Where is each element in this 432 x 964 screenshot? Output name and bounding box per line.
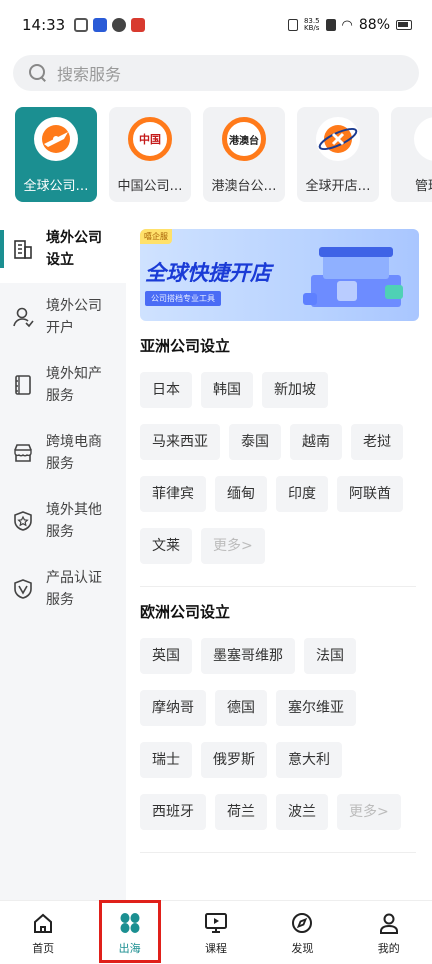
europe-section: 欧洲公司设立 英国 墨塞哥维那 法国 摩纳哥 德国 塞尔维亚 瑞士 俄罗斯 意大…	[140, 601, 419, 853]
section-title: 亚洲公司设立	[140, 337, 231, 355]
person-icon	[377, 911, 401, 935]
country-tag[interactable]: 菲律宾	[140, 476, 206, 512]
divider	[140, 852, 416, 853]
store-icon	[12, 442, 34, 464]
global-company-icon	[34, 117, 78, 161]
sidebar-item-ecommerce-service[interactable]: 跨境电商服务	[0, 419, 126, 487]
more-button[interactable]: 更多>	[201, 528, 265, 564]
divider	[140, 586, 416, 587]
nav-courses[interactable]: 课程	[186, 901, 246, 964]
book-icon	[12, 374, 34, 396]
country-tag[interactable]: 文莱	[140, 528, 192, 564]
category-label: 管理	[414, 179, 432, 194]
category-card-hk-macau-tw[interactable]: 港澳台 港澳台公…	[203, 107, 285, 202]
category-card-china-company[interactable]: 中国 中国公司…	[109, 107, 191, 202]
category-strip: 全球公司… 中国 中国公司… 港澳台 港澳台公… 全球开店… 管理	[15, 107, 432, 202]
vibrate-icon	[287, 19, 298, 31]
country-tag[interactable]: 荷兰	[215, 794, 267, 830]
country-tag[interactable]: 阿联酋	[337, 476, 403, 512]
network-speed: 83.5 KB/s	[303, 17, 320, 32]
global-store-icon	[316, 117, 360, 161]
sidebar-item-other-service[interactable]: 境外其他服务	[0, 487, 126, 555]
sidebar-item-ip-service[interactable]: 境外知产服务	[0, 351, 126, 419]
category-card-global-company[interactable]: 全球公司…	[15, 107, 97, 202]
country-tag[interactable]: 印度	[276, 476, 328, 512]
sidebar-item-product-certification[interactable]: 产品认证服务	[0, 555, 126, 623]
country-tag[interactable]: 越南	[290, 424, 342, 460]
sidebar-item-overseas-account[interactable]: 境外公司开户	[0, 283, 126, 351]
storefront-illustration	[301, 237, 411, 313]
promo-banner[interactable]: 嘻企服 全球快捷开店 公司搭档专业工具	[140, 229, 419, 321]
country-tag[interactable]: 英国	[140, 638, 192, 674]
country-tag[interactable]: 泰国	[229, 424, 281, 460]
shield-star-icon	[12, 510, 34, 532]
china-flag-icon: 中国	[128, 117, 172, 161]
building-icon	[12, 238, 34, 260]
country-tag[interactable]: 瑞士	[140, 742, 192, 778]
user-icon	[12, 306, 34, 328]
nav-discover[interactable]: 发现	[272, 901, 332, 964]
notification-bank-icon	[93, 18, 108, 32]
battery-icon	[396, 20, 412, 30]
more-button[interactable]: 更多>	[337, 794, 401, 830]
sim-icon	[325, 19, 336, 31]
banner-subtitle: 公司搭档专业工具	[145, 291, 221, 306]
country-tag[interactable]: 意大利	[276, 742, 342, 778]
category-label: 全球公司…	[23, 179, 89, 194]
category-label: 中国公司…	[117, 179, 183, 194]
status-time: 14:33	[22, 16, 66, 34]
country-tag[interactable]: 缅甸	[215, 476, 267, 512]
country-tag[interactable]: 法国	[304, 638, 356, 674]
asia-section: 亚洲公司设立 日本 韩国 新加坡 马来西亚 泰国 越南 老挝 菲律宾 缅甸 印度…	[140, 335, 419, 587]
bottom-nav: 首页 出海 课程 发现 我的	[0, 900, 432, 964]
search-bar[interactable]: 搜索服务	[13, 55, 419, 91]
category-card-global-store[interactable]: 全球开店…	[297, 107, 379, 202]
search-icon	[29, 64, 47, 82]
nav-mine[interactable]: 我的	[359, 901, 419, 964]
verified-icon	[12, 578, 34, 600]
compass-icon	[290, 911, 314, 935]
main-content: 嘻企服 全球快捷开店 公司搭档专业工具 亚洲公司设立 日本 韩国 新加坡 马来西…	[140, 229, 419, 853]
wifi-icon: ◠	[341, 17, 353, 33]
notification-app-icon	[74, 18, 89, 32]
country-tag[interactable]: 新加坡	[262, 372, 328, 408]
notification-swirl-icon	[112, 18, 127, 32]
status-bar: 14:33 83.5 KB/s ◠ 88%	[0, 0, 432, 50]
country-tag[interactable]: 西班牙	[140, 794, 206, 830]
search-placeholder: 搜索服务	[57, 65, 122, 84]
country-tag[interactable]: 日本	[140, 372, 192, 408]
home-icon	[31, 911, 55, 935]
country-tag[interactable]: 摩纳哥	[140, 690, 206, 726]
category-label: 港澳台公…	[211, 179, 277, 194]
video-icon	[204, 911, 228, 935]
country-tag[interactable]: 塞尔维亚	[276, 690, 356, 726]
notification-red-icon	[131, 18, 146, 32]
tag-list: 日本 韩国 新加坡 马来西亚 泰国 越南 老挝 菲律宾 缅甸 印度 阿联酋 文莱…	[140, 372, 419, 580]
country-tag[interactable]: 波兰	[276, 794, 328, 830]
battery-percent: 88%	[358, 17, 390, 33]
country-tag[interactable]: 俄罗斯	[201, 742, 267, 778]
nav-home[interactable]: 首页	[13, 901, 73, 964]
banner-tag: 嘻企服	[140, 229, 172, 244]
country-tag[interactable]: 韩国	[201, 372, 253, 408]
country-tag[interactable]: 德国	[215, 690, 267, 726]
category-label: 全球开店…	[305, 179, 371, 194]
highlight-box	[99, 900, 161, 963]
sidebar: 境外公司设立 境外公司开户 境外知产服务 跨境电商服务 境外其他服务 产品认证服…	[0, 215, 126, 900]
tag-list: 英国 墨塞哥维那 法国 摩纳哥 德国 塞尔维亚 瑞士 俄罗斯 意大利 西班牙 荷…	[140, 638, 419, 846]
category-card-management[interactable]: 管理	[391, 107, 432, 202]
banner-title: 全球快捷开店	[145, 261, 271, 285]
hk-macau-tw-icon: 港澳台	[222, 117, 266, 161]
country-tag[interactable]: 马来西亚	[140, 424, 220, 460]
country-tag[interactable]: 墨塞哥维那	[201, 638, 295, 674]
sidebar-item-overseas-company-setup[interactable]: 境外公司设立	[0, 215, 126, 283]
country-tag[interactable]: 老挝	[351, 424, 403, 460]
section-title: 欧洲公司设立	[140, 603, 231, 621]
management-icon	[414, 117, 432, 161]
